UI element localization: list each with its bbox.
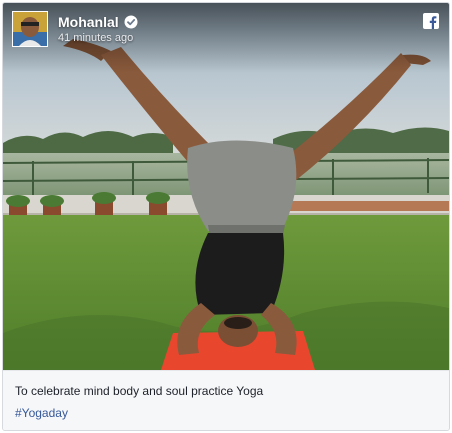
- author-link[interactable]: Mohanlal: [58, 14, 138, 30]
- avatar-image: [13, 12, 47, 46]
- post-caption-area: To celebrate mind body and soul practice…: [3, 370, 449, 430]
- embedded-post-card: Mohanlal 41 minutes ago To celebrate min…: [2, 2, 450, 431]
- hashtag-link[interactable]: #Yogaday: [15, 406, 68, 420]
- post-timestamp[interactable]: 41 minutes ago: [58, 32, 133, 44]
- post-caption: To celebrate mind body and soul practice…: [15, 384, 264, 398]
- post-photo[interactable]: [3, 3, 449, 370]
- author-name[interactable]: Mohanlal: [58, 14, 119, 30]
- facebook-icon[interactable]: [423, 13, 439, 29]
- verified-badge-icon: [124, 15, 138, 29]
- author-avatar[interactable]: [12, 11, 48, 47]
